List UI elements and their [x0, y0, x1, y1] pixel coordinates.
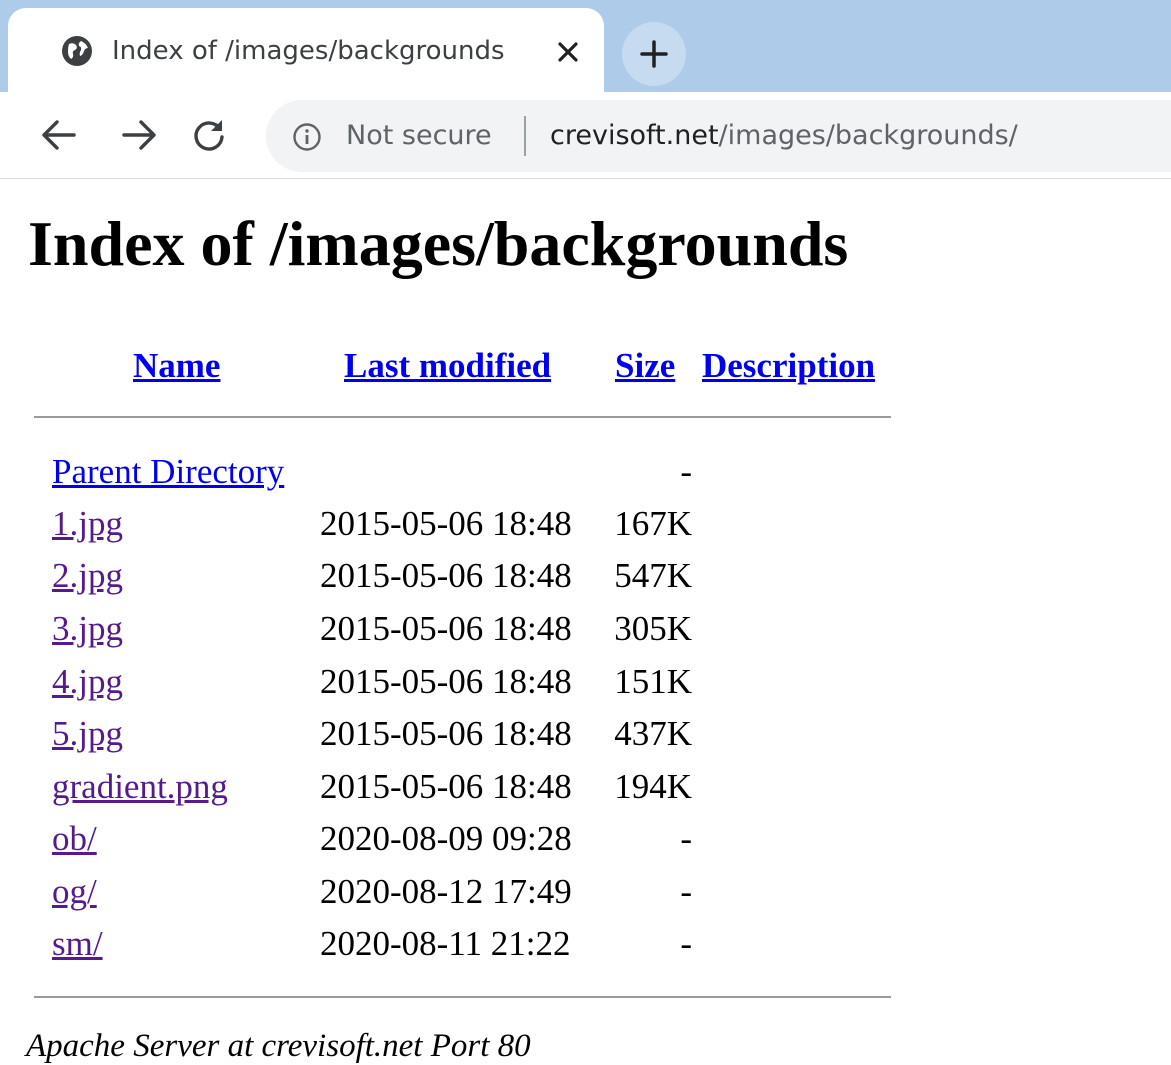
table-row: 4.jpg 2015-05-06 18:48 151K: [0, 656, 900, 708]
table-row: og/ 2020-08-12 17:49 -: [0, 866, 900, 918]
table-row: 1.jpg 2015-05-06 18:48 167K: [0, 498, 900, 550]
size-cell: 437K: [614, 714, 692, 753]
divider: [34, 996, 891, 998]
table-row: 2.jpg 2015-05-06 18:48 547K: [0, 550, 900, 602]
size-cell: -: [680, 924, 692, 963]
folder-link[interactable]: ob/: [52, 813, 97, 865]
column-header-size[interactable]: Size: [615, 344, 675, 388]
server-signature: Apache Server at crevisoft.net Port 80: [26, 1028, 531, 1064]
file-link[interactable]: 3.jpg: [52, 603, 123, 655]
file-link[interactable]: 2.jpg: [52, 550, 123, 602]
table-row: ob/ 2020-08-09 09:28 -: [0, 813, 900, 865]
size-cell: 151K: [614, 662, 692, 701]
size-cell: -: [680, 872, 692, 911]
parent-directory-link[interactable]: Parent Directory: [52, 446, 284, 498]
folder-link[interactable]: og/: [52, 866, 97, 918]
table-row: sm/ 2020-08-11 21:22 -: [0, 918, 900, 970]
table-row: 3.jpg 2015-05-06 18:48 305K: [0, 603, 900, 655]
file-link[interactable]: 4.jpg: [52, 656, 123, 708]
table-row: 5.jpg 2015-05-06 18:48 437K: [0, 708, 900, 760]
size-cell: 547K: [614, 556, 692, 595]
file-link[interactable]: 1.jpg: [52, 498, 123, 550]
file-link[interactable]: 5.jpg: [52, 708, 123, 760]
size-cell: 167K: [614, 504, 692, 543]
directory-listing: Name Last modified Size Description Pare…: [0, 0, 1171, 1065]
table-row: Parent Directory -: [0, 446, 900, 498]
divider: [34, 416, 891, 418]
folder-link[interactable]: sm/: [52, 918, 103, 970]
file-link[interactable]: gradient.png: [52, 761, 228, 813]
table-row: gradient.png 2015-05-06 18:48 194K: [0, 761, 900, 813]
size-cell: 305K: [614, 609, 692, 648]
size-cell: -: [680, 819, 692, 858]
column-header-description[interactable]: Description: [702, 344, 875, 388]
column-header-last-modified[interactable]: Last modified: [344, 344, 551, 388]
size-cell: 194K: [614, 767, 692, 806]
size-cell: -: [680, 452, 692, 491]
column-header-name[interactable]: Name: [133, 344, 220, 388]
